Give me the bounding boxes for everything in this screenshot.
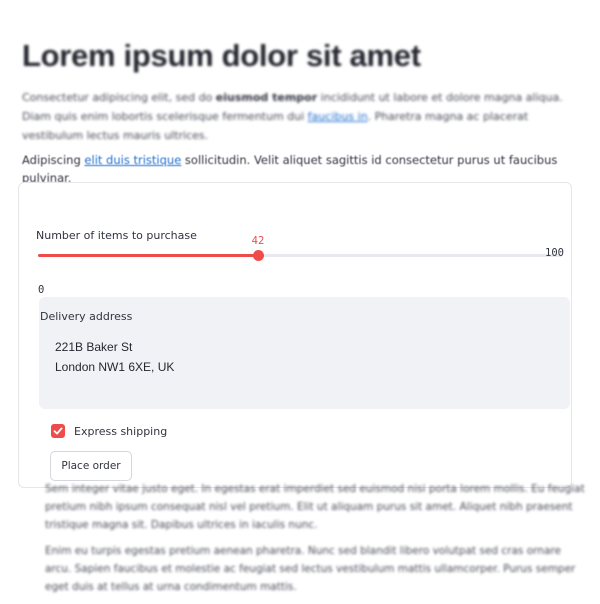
express-shipping-checkbox[interactable] (51, 424, 65, 438)
slider-fill (38, 254, 258, 257)
delivery-address-label: Delivery address (40, 310, 133, 323)
page-content: Lorem ipsum dolor sit amet Consectetur a… (22, 38, 592, 195)
purchase-form: Number of items to purchase 42 0 100 221… (18, 182, 572, 488)
slider-value: 42 (251, 235, 265, 247)
place-order-button[interactable]: Place order (50, 451, 132, 481)
slider-label: Number of items to purchase (36, 229, 197, 242)
items-slider[interactable] (38, 250, 562, 261)
lower-content: Sem integer vitae justo eget. In egestas… (45, 480, 590, 604)
delivery-address-value: 221B Baker St London NW1 6XE, UK (55, 340, 175, 374)
outro-paragraph-1: Sem integer vitae justo eget. In egestas… (45, 483, 585, 531)
page-title: Lorem ipsum dolor sit amet (22, 38, 421, 73)
slider-max-label: 100 (545, 247, 564, 259)
slider-min-label: 0 (38, 284, 45, 296)
slider-thumb[interactable] (253, 250, 264, 261)
intro-bold-text: eiusmod tempor (215, 91, 318, 104)
intro-text-4: Adipiscing (22, 153, 85, 167)
tristique-link[interactable]: elit duis tristique (84, 153, 181, 167)
intro-text-1: Consectetur adipiscing elit, sed do (22, 91, 216, 104)
checkmark-icon (53, 427, 63, 435)
express-shipping-label: Express shipping (74, 425, 168, 438)
outro-paragraph-2: Enim eu turpis egestas pretium aenean ph… (45, 545, 576, 593)
faucibus-link[interactable]: faucibus in (308, 110, 368, 123)
intro-paragraph: Consectetur adipiscing elit, sed do eius… (22, 88, 592, 145)
